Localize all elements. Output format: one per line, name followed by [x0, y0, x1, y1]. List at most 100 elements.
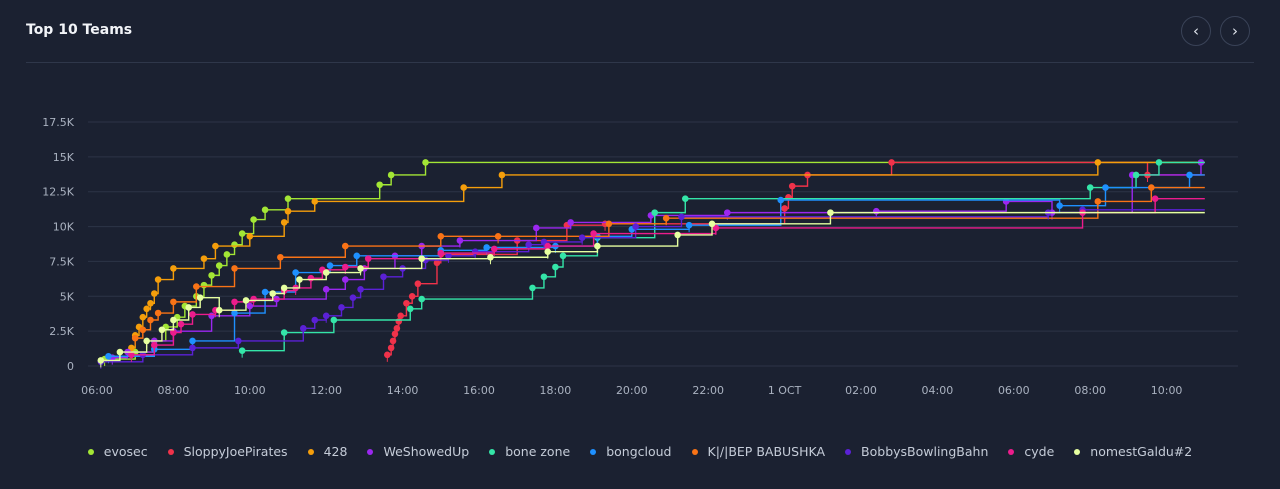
data-point: [397, 312, 404, 320]
data-point: [357, 265, 364, 272]
data-point: [189, 311, 196, 318]
data-point: [143, 337, 150, 345]
data-point: [353, 252, 361, 260]
legend-swatch: [87, 448, 94, 455]
series-line: [100, 211, 1205, 362]
legend-item[interactable]: nomestGaldu#2: [1074, 444, 1192, 459]
data-point: [578, 234, 586, 242]
legend-item[interactable]: K|/|BEP BABUSHKA: [691, 444, 825, 459]
data-point: [246, 302, 254, 310]
data-point: [189, 337, 196, 345]
data-point: [223, 251, 231, 258]
x-tick-label: 14:00: [387, 384, 419, 397]
data-point: [408, 292, 416, 300]
data-point: [1086, 184, 1094, 191]
x-tick-label: 16:00: [463, 384, 495, 397]
data-point: [685, 221, 693, 229]
legend-label: cyde: [1024, 444, 1055, 459]
data-point: [1102, 184, 1109, 191]
x-tick-label: 02:00: [845, 384, 877, 397]
data-point: [139, 313, 147, 321]
data-point: [681, 195, 689, 202]
legend-label: evosec: [103, 444, 148, 459]
y-tick-label: 7.5K: [49, 255, 74, 268]
data-point: [888, 159, 895, 166]
legend-item[interactable]: BobbysBowlingBahn: [845, 444, 988, 459]
data-point: [147, 316, 154, 324]
data-point: [189, 344, 196, 352]
y-tick-label: 17.5K: [42, 116, 74, 129]
y-tick-label: 0: [67, 360, 74, 373]
legend-swatch: [845, 448, 852, 455]
data-point: [208, 312, 215, 320]
data-point: [154, 276, 162, 283]
data-point: [540, 273, 548, 281]
data-point: [533, 224, 540, 232]
data-point: [498, 171, 506, 179]
data-point: [567, 219, 574, 226]
data-point: [418, 255, 426, 262]
data-point: [242, 297, 250, 304]
data-point: [678, 213, 685, 221]
data-point: [403, 299, 410, 307]
data-point: [250, 216, 257, 223]
legend-item[interactable]: SloppyJoePirates: [167, 444, 288, 459]
legend-item[interactable]: 428: [307, 444, 347, 459]
data-point: [406, 305, 414, 313]
data-point: [177, 320, 185, 328]
legend-label: nomestGaldu#2: [1090, 444, 1193, 459]
data-point: [437, 249, 445, 257]
data-point: [185, 304, 192, 311]
data-point: [384, 351, 391, 359]
data-point: [116, 348, 124, 356]
score-progression-chart: 0 2.5K 5K 7.5K 10K 12.5K 15K 17.5K 06:00 08:00 10:…: [42, 116, 1238, 397]
data-point: [322, 286, 330, 293]
legend-item[interactable]: bongcloud: [590, 444, 672, 459]
data-point: [357, 286, 364, 293]
data-point: [147, 299, 154, 307]
legend-label: bone zone: [505, 444, 571, 459]
data-point: [552, 263, 559, 271]
x-tick-label: 22:00: [692, 384, 724, 397]
data-point: [292, 269, 299, 276]
data-point: [662, 214, 670, 222]
data-point: [364, 255, 372, 262]
data-point: [1132, 171, 1140, 179]
data-point: [674, 231, 681, 239]
legend-swatch: [489, 448, 496, 455]
data-point: [196, 294, 204, 301]
data-point: [471, 248, 479, 255]
data-point: [97, 357, 105, 364]
data-point: [1094, 198, 1102, 205]
data-point: [238, 347, 246, 354]
legend-item[interactable]: cyde: [1008, 444, 1054, 459]
data-point: [456, 237, 464, 244]
top-teams-panel: Top 10 Teams ‹ › 0 2.5K 5K 7.5K 10K 12.5K 15K 1…: [0, 0, 1280, 489]
data-point: [296, 276, 303, 283]
data-point: [1186, 171, 1193, 179]
y-tick-label: 2.5K: [49, 325, 74, 338]
legend-item[interactable]: bone zone: [489, 444, 570, 459]
data-point: [788, 182, 796, 190]
data-point: [376, 181, 383, 189]
legend-swatch: [167, 448, 174, 455]
legend-swatch: [691, 448, 698, 455]
data-point: [170, 316, 177, 324]
data-point: [151, 341, 158, 349]
data-point: [418, 295, 426, 303]
data-point: [380, 273, 387, 281]
data-point: [437, 233, 445, 240]
data-point: [590, 230, 597, 237]
x-tick-label: 1 OCT: [768, 384, 802, 397]
data-point: [338, 304, 345, 311]
data-point: [238, 230, 246, 237]
data-point: [422, 159, 429, 166]
legend-swatch: [1008, 448, 1015, 455]
legend-item[interactable]: WeShowedUp: [367, 444, 469, 459]
data-point: [261, 288, 269, 296]
legend-label: SloppyJoePirates: [183, 444, 288, 459]
legend-item[interactable]: evosec: [87, 444, 148, 459]
data-point: [311, 198, 319, 205]
series-line: [100, 209, 1205, 363]
data-point: [322, 269, 330, 276]
